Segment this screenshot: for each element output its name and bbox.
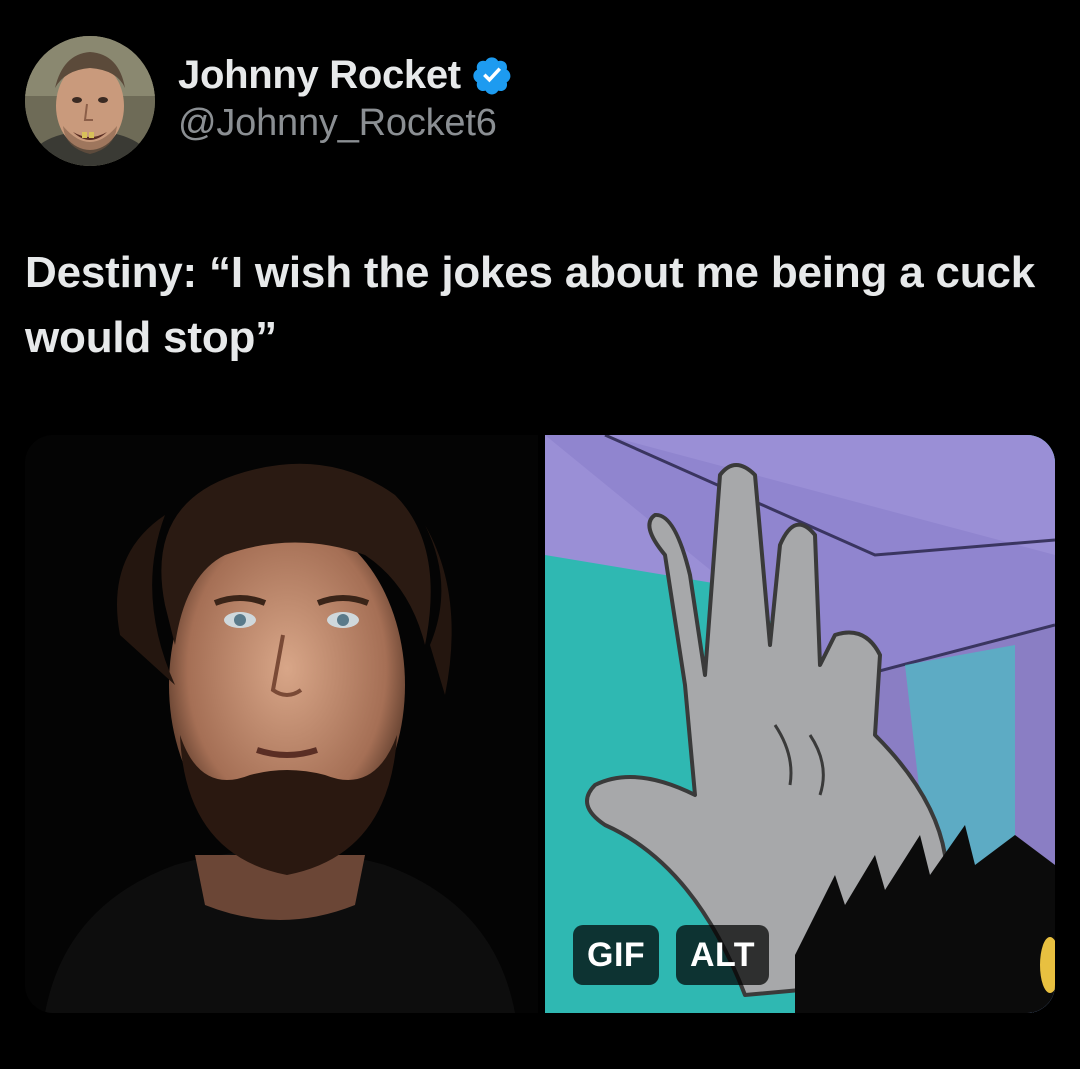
tweet-text: Destiny: “I wish the jokes about me bein… <box>25 248 1035 362</box>
alt-text-button[interactable]: ALT <box>676 925 770 985</box>
gif-badge: GIF <box>573 925 660 985</box>
portrait-photo <box>25 435 538 1013</box>
author-handle[interactable]: @Johnny_Rocket6 <box>178 102 497 145</box>
tweet: Johnny Rocket @Johnny_Rocket6 Destiny: “… <box>0 0 1080 1069</box>
avatar[interactable] <box>25 36 155 166</box>
media-photo-left[interactable] <box>25 435 538 1013</box>
display-name[interactable]: Johnny Rocket <box>178 53 461 98</box>
author-name-row: Johnny Rocket <box>178 48 513 102</box>
verified-badge-icon[interactable] <box>471 54 513 96</box>
avatar-photo <box>25 36 155 166</box>
